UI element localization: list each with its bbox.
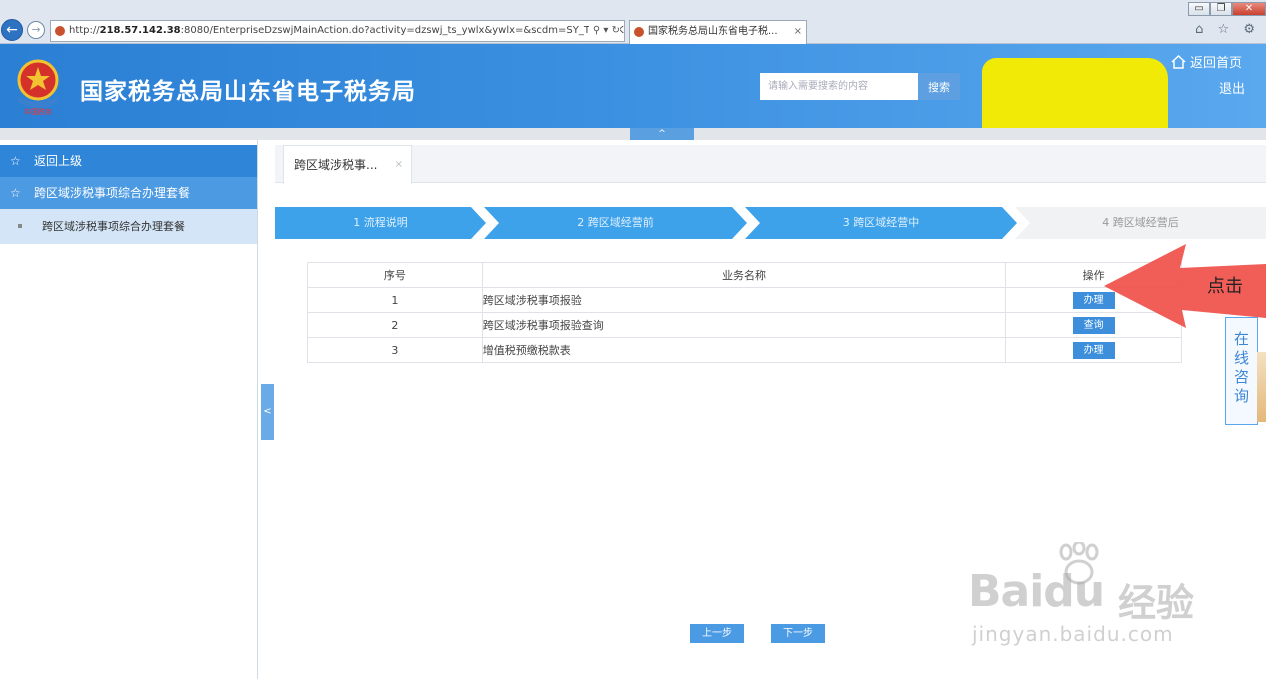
column-header-no: 序号 xyxy=(307,262,483,288)
sidebar-back-label: 返回上级 xyxy=(34,154,83,168)
sidebar: ☆ 返回上级 ☆ 跨区域涉税事项综合办理套餐 跨区域涉税事项综合办理套餐 xyxy=(0,140,258,679)
browser-tab[interactable]: 国家税务总局山东省电子税... × xyxy=(629,20,807,44)
table-row: 1 跨区域涉税事项报验 办理 xyxy=(307,287,1182,313)
close-icon[interactable]: × xyxy=(395,146,403,184)
row-business-name: 增值税预缴税款表 xyxy=(481,337,1007,363)
browser-toolbar-icons[interactable]: ⌂ ☆ ⚙ xyxy=(1195,22,1260,37)
baidu-watermark: Baidu 经验 jingyan.baidu.com xyxy=(968,540,1208,650)
previous-step-button[interactable]: 上一步 xyxy=(690,624,744,643)
url-path: :8080/EnterpriseDzswjMainAction.do?activ… xyxy=(180,25,625,36)
star-icon: ☆ xyxy=(10,186,21,200)
home-icon xyxy=(1171,54,1186,69)
star-icon: ☆ xyxy=(10,154,21,168)
tax-emblem-logo: 中国税务 xyxy=(17,59,59,116)
table-row: 2 跨区域涉税事项报验查询 查询 xyxy=(307,312,1182,338)
consult-char: 咨 xyxy=(1233,368,1249,386)
browser-tab-title: 国家税务总局山东省电子税... xyxy=(648,26,778,37)
site-title: 国家税务总局山东省电子税务局 xyxy=(80,79,416,105)
search-button[interactable]: 搜索 xyxy=(918,73,960,100)
tab-favicon-icon xyxy=(634,27,644,37)
address-bar[interactable]: http://218.57.142.38:8080/EnterpriseDzsw… xyxy=(50,20,625,42)
next-step-button[interactable]: 下一步 xyxy=(771,624,825,643)
header-collapse-toggle[interactable]: ^ xyxy=(630,128,694,140)
emblem-caption: 中国税务 xyxy=(24,107,52,116)
row-business-name: 跨区域涉税事项报验 xyxy=(481,287,1007,313)
url-host: 218.57.142.38 xyxy=(99,25,181,36)
content-tabstrip: 跨区域涉税事... × xyxy=(275,145,1266,184)
arrow-left-icon: ← xyxy=(6,22,18,38)
row-number: 2 xyxy=(307,312,483,338)
browser-forward-button[interactable]: → xyxy=(27,21,45,39)
step-before-operation[interactable]: 2 跨区域经营前 xyxy=(484,207,747,239)
handle-button[interactable]: 办理 xyxy=(1072,341,1115,359)
window-restore-button[interactable]: ❐ xyxy=(1210,2,1232,16)
table-row: 3 增值税预缴税款表 办理 xyxy=(307,337,1182,363)
browser-back-button[interactable]: ← xyxy=(1,19,23,41)
row-number: 3 xyxy=(307,337,483,363)
process-steps: 1 流程说明 2 跨区域经营前 3 跨区域经营中 4 跨区域经营后 xyxy=(275,207,1266,239)
home-link-label: 返回首页 xyxy=(1190,56,1243,71)
step-during-operation[interactable]: 3 跨区域经营中 xyxy=(745,207,1017,239)
column-header-name: 业务名称 xyxy=(481,262,1007,288)
home-link[interactable]: 返回首页 xyxy=(1171,52,1242,71)
tab-close-icon[interactable]: × xyxy=(794,21,802,43)
step-after-operation[interactable]: 4 跨区域经营后 xyxy=(1015,207,1266,239)
watermark-url: jingyan.baidu.com xyxy=(972,622,1174,646)
logout-link[interactable]: 退出 xyxy=(1219,78,1245,97)
arrow-right-icon: → xyxy=(31,23,41,36)
search-input[interactable] xyxy=(760,73,918,100)
step-process-description[interactable]: 1 流程说明 xyxy=(275,207,486,239)
sidebar-item-back[interactable]: ☆ 返回上级 xyxy=(0,145,257,177)
consult-mascot-image xyxy=(1257,352,1266,422)
consult-char: 线 xyxy=(1233,349,1249,367)
tab-cross-region-tax[interactable]: 跨区域涉税事... × xyxy=(283,145,412,184)
row-business-name: 跨区域涉税事项报验查询 xyxy=(481,312,1007,338)
consult-char: 询 xyxy=(1233,387,1249,405)
watermark-brand-cn: 经验 xyxy=(1118,581,1195,625)
row-action-cell: 办理 xyxy=(1005,337,1182,363)
sidebar-group-label: 跨区域涉税事项综合办理套餐 xyxy=(34,186,191,200)
window-minimize-button[interactable]: ▭ xyxy=(1188,2,1210,16)
sidebar-sub-label: 跨区域涉税事项综合办理套餐 xyxy=(42,220,185,233)
consult-char: 在 xyxy=(1233,330,1249,348)
bullet-icon xyxy=(18,224,22,228)
online-consult-button[interactable]: 在 线 咨 询 xyxy=(1225,317,1258,425)
business-table: 序号 业务名称 操作 1 跨区域涉税事项报验 办理 2 跨区域涉税事项报验查询 … xyxy=(307,262,1182,363)
browser-toolbar: ▭ ❐ ✕ ← → http://218.57.142.38:8080/Ente… xyxy=(0,0,1266,44)
row-number: 1 xyxy=(307,287,483,313)
url-prefix: http:// xyxy=(69,25,100,36)
sidebar-collapse-toggle[interactable]: < xyxy=(261,384,274,440)
sidebar-subitem-package[interactable]: 跨区域涉税事项综合办理套餐 xyxy=(0,209,257,244)
address-bar-tools[interactable]: ⚲ ▾ ↻ xyxy=(588,21,620,41)
annotation-text: 点击 xyxy=(1207,276,1243,297)
site-header: 中国税务 国家税务总局山东省电子税务局 搜索 返回首页 退出 xyxy=(0,44,1266,154)
table-header-row: 序号 业务名称 操作 xyxy=(307,262,1182,288)
sidebar-item-package[interactable]: ☆ 跨区域涉税事项综合办理套餐 xyxy=(0,177,257,209)
watermark-brand: Baidu xyxy=(968,566,1105,617)
site-favicon-icon xyxy=(55,26,65,36)
window-close-button[interactable]: ✕ xyxy=(1232,2,1266,16)
tab-label: 跨区域涉税事... xyxy=(294,158,378,172)
